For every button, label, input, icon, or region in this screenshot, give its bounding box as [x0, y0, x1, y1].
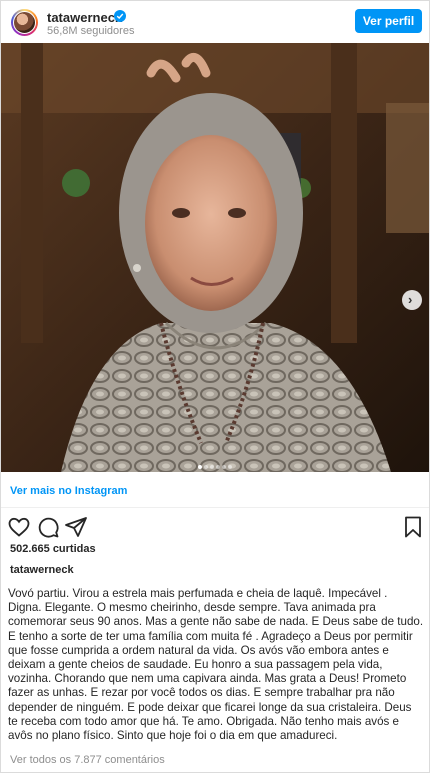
view-all-comments-link[interactable]: Ver todos os 7.877 comentários [10, 754, 165, 766]
post-caption: Vovó partiu. Virou a estrela mais perfum… [8, 587, 424, 743]
heart-icon[interactable] [7, 515, 31, 539]
comment-icon[interactable] [36, 515, 60, 539]
post-header: tatawerneck 56,8M seguidores Ver perfil [1, 1, 429, 43]
follower-count: 56,8M seguidores [47, 25, 135, 37]
chevron-right-icon: › [408, 292, 413, 307]
next-slide-button[interactable]: › [402, 290, 422, 310]
carousel-indicator [1, 456, 429, 469]
like-count[interactable]: 502.665 curtidas [10, 543, 96, 555]
bookmark-icon[interactable] [401, 515, 425, 539]
carousel-dot [204, 465, 208, 469]
post-photo[interactable]: › [1, 43, 429, 472]
action-bar [1, 513, 429, 541]
caption-username[interactable]: tatawerneck [10, 564, 74, 576]
carousel-dot [198, 465, 202, 469]
post-image [1, 43, 429, 472]
avatar-photo [13, 11, 36, 34]
carousel-dot [216, 465, 220, 469]
carousel-dot [222, 465, 226, 469]
instagram-embed-card: tatawerneck 56,8M seguidores Ver perfil [0, 0, 430, 773]
share-icon[interactable] [64, 515, 88, 539]
view-profile-button[interactable]: Ver perfil [355, 9, 422, 33]
view-on-instagram-link[interactable]: Ver mais no Instagram [10, 485, 127, 497]
avatar[interactable] [11, 9, 38, 36]
username[interactable]: tatawerneck [47, 10, 122, 25]
divider [1, 507, 429, 508]
carousel-dot [228, 465, 232, 469]
carousel-dot [210, 465, 214, 469]
verified-badge-icon [114, 10, 126, 22]
